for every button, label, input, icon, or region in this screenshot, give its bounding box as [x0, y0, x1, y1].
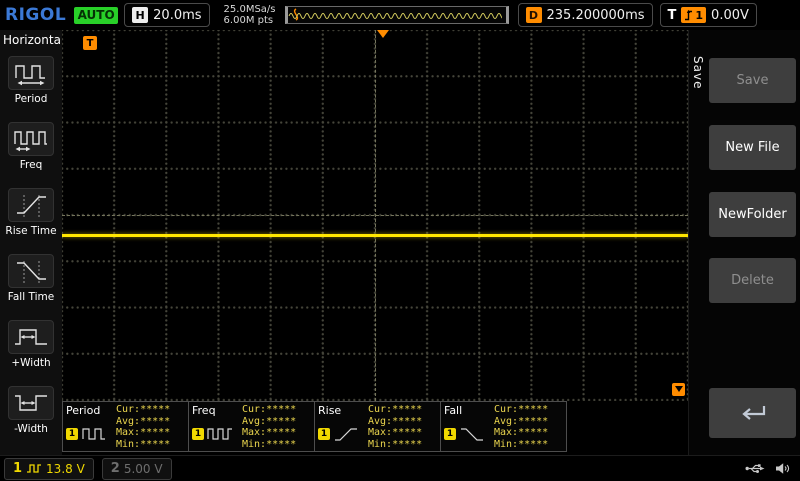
channel-badge: 1 — [192, 428, 204, 440]
rigol-logo: RIGOL — [5, 5, 66, 25]
waveform-memory-preview — [285, 6, 509, 24]
channel1-status[interactable]: 1 13.8 V — [4, 458, 94, 480]
channel2-number: 2 — [111, 461, 120, 476]
trigger-label: T — [668, 8, 677, 23]
trigger-source: 1 — [695, 9, 703, 22]
sidebar-item-label: Freq — [20, 159, 43, 171]
sidebar-item-period[interactable]: Period — [0, 47, 62, 113]
measurement-name: Fall — [444, 404, 494, 417]
period-icon — [81, 426, 107, 442]
sidebar-item-label: Rise Time — [5, 225, 56, 237]
rise-time-icon — [8, 188, 54, 222]
delay-group: D 235.200000ms — [518, 3, 653, 27]
rising-edge-icon — [684, 9, 693, 21]
channel1-scale: 13.8 V — [46, 462, 85, 476]
trigger-group: T 1 0.00V — [660, 3, 757, 27]
channel1-number: 1 — [13, 461, 22, 476]
memory-depth: 6.00M pts — [224, 15, 276, 26]
channel-badge: 1 — [66, 428, 78, 440]
speaker-icon — [775, 462, 790, 475]
minus-width-icon — [8, 386, 54, 420]
graticule: T — [62, 30, 688, 401]
acquisition-info: 25.0MSa/s 6.00M pts — [224, 4, 276, 26]
sidebar-item-rise-time[interactable]: Rise Time — [0, 179, 62, 245]
measurement-panel-rise: Rise 1 Cur:***** Avg:***** Max:***** Min… — [314, 401, 441, 452]
channel-badge: 1 — [444, 428, 456, 440]
new-file-button[interactable]: New File — [709, 125, 796, 170]
channel2-status[interactable]: 2 5.00 V — [102, 458, 172, 480]
delete-button[interactable]: Delete — [709, 258, 796, 303]
sidebar-item-minus-width[interactable]: -Width — [0, 377, 62, 443]
trigger-level: 0.00V — [711, 8, 749, 23]
period-icon — [8, 56, 54, 90]
sidebar-item-fall-time[interactable]: Fall Time — [0, 245, 62, 311]
square-wave-icon — [26, 463, 42, 474]
measurement-panel-freq: Freq 1 Cur:***** Avg:***** Max:***** Min… — [188, 401, 315, 452]
sidebar-title: Horizontal — [0, 30, 62, 47]
measurement-panel-fall: Fall 1 Cur:***** Avg:***** Max:***** Min… — [440, 401, 567, 452]
measurement-name: Period — [66, 404, 116, 417]
sidebar-item-label: -Width — [14, 423, 48, 435]
delay-badge: D — [526, 7, 542, 23]
measurement-name: Freq — [192, 404, 242, 417]
trigger-position-marker-icon — [377, 30, 389, 38]
sidebar-item-label: Fall Time — [8, 291, 54, 303]
fall-time-icon — [8, 254, 54, 288]
trigger-status-badge: AUTO — [74, 7, 118, 24]
trigger-position-corner-marker: T — [83, 36, 97, 50]
menu-tab-label: Save — [691, 56, 705, 89]
freq-icon — [207, 426, 233, 442]
status-icons — [745, 462, 790, 475]
freq-icon — [8, 122, 54, 156]
measurement-values: Cur:***** Avg:***** Max:***** Min:***** — [116, 404, 185, 449]
soft-menu: Save Save New File NewFolder Delete — [688, 30, 800, 455]
timebase-value: 20.0ms — [153, 8, 201, 23]
rise-time-icon — [333, 426, 359, 442]
measurement-panel-period: Period 1 Cur:***** Avg:***** Max:***** M… — [62, 401, 189, 452]
horizontal-timebase-group: H 20.0ms — [124, 3, 209, 27]
new-folder-button[interactable]: NewFolder — [709, 192, 796, 237]
measure-sidebar: Horizontal Period Freq — [0, 30, 62, 455]
measurement-name: Rise — [318, 404, 368, 417]
preview-wave-path — [289, 14, 502, 19]
horizontal-badge: H — [132, 7, 148, 23]
top-status-bar: RIGOL AUTO H 20.0ms 25.0MSa/s 6.00M pts … — [0, 0, 800, 31]
channel-status-bar: 1 13.8 V 2 5.00 V — [0, 455, 800, 481]
sidebar-item-freq[interactable]: Freq — [0, 113, 62, 179]
center-vertical-axis — [375, 30, 376, 401]
sidebar-item-label: +Width — [11, 357, 50, 369]
sidebar-item-plus-width[interactable]: +Width — [0, 311, 62, 377]
measurement-values: Cur:***** Avg:***** Max:***** Min:***** — [242, 404, 311, 449]
sample-rate: 25.0MSa/s — [224, 4, 276, 15]
memory-wave-icon — [288, 7, 502, 21]
delay-end-marker-icon — [672, 383, 685, 396]
save-button[interactable]: Save — [709, 58, 796, 103]
measurement-values: Cur:***** Avg:***** Max:***** Min:***** — [368, 404, 437, 449]
usb-icon — [745, 462, 765, 475]
enter-arrow-icon — [736, 402, 770, 424]
sidebar-item-label: Period — [15, 93, 48, 105]
channel2-scale: 5.00 V — [124, 462, 163, 476]
channel1-trace — [62, 234, 688, 237]
scope-display: T Period 1 Cur:***** Avg:***** Max:*****… — [62, 30, 688, 455]
plus-width-icon — [8, 320, 54, 354]
channel-badge: 1 — [318, 428, 330, 440]
measurement-values: Cur:***** Avg:***** Max:***** Min:***** — [494, 404, 563, 449]
delay-value: 235.200000ms — [547, 8, 645, 23]
enter-button[interactable] — [709, 388, 796, 438]
trigger-source-badge: 1 — [681, 7, 706, 23]
fall-time-icon — [459, 426, 485, 442]
measurement-row: Period 1 Cur:***** Avg:***** Max:***** M… — [62, 401, 566, 455]
